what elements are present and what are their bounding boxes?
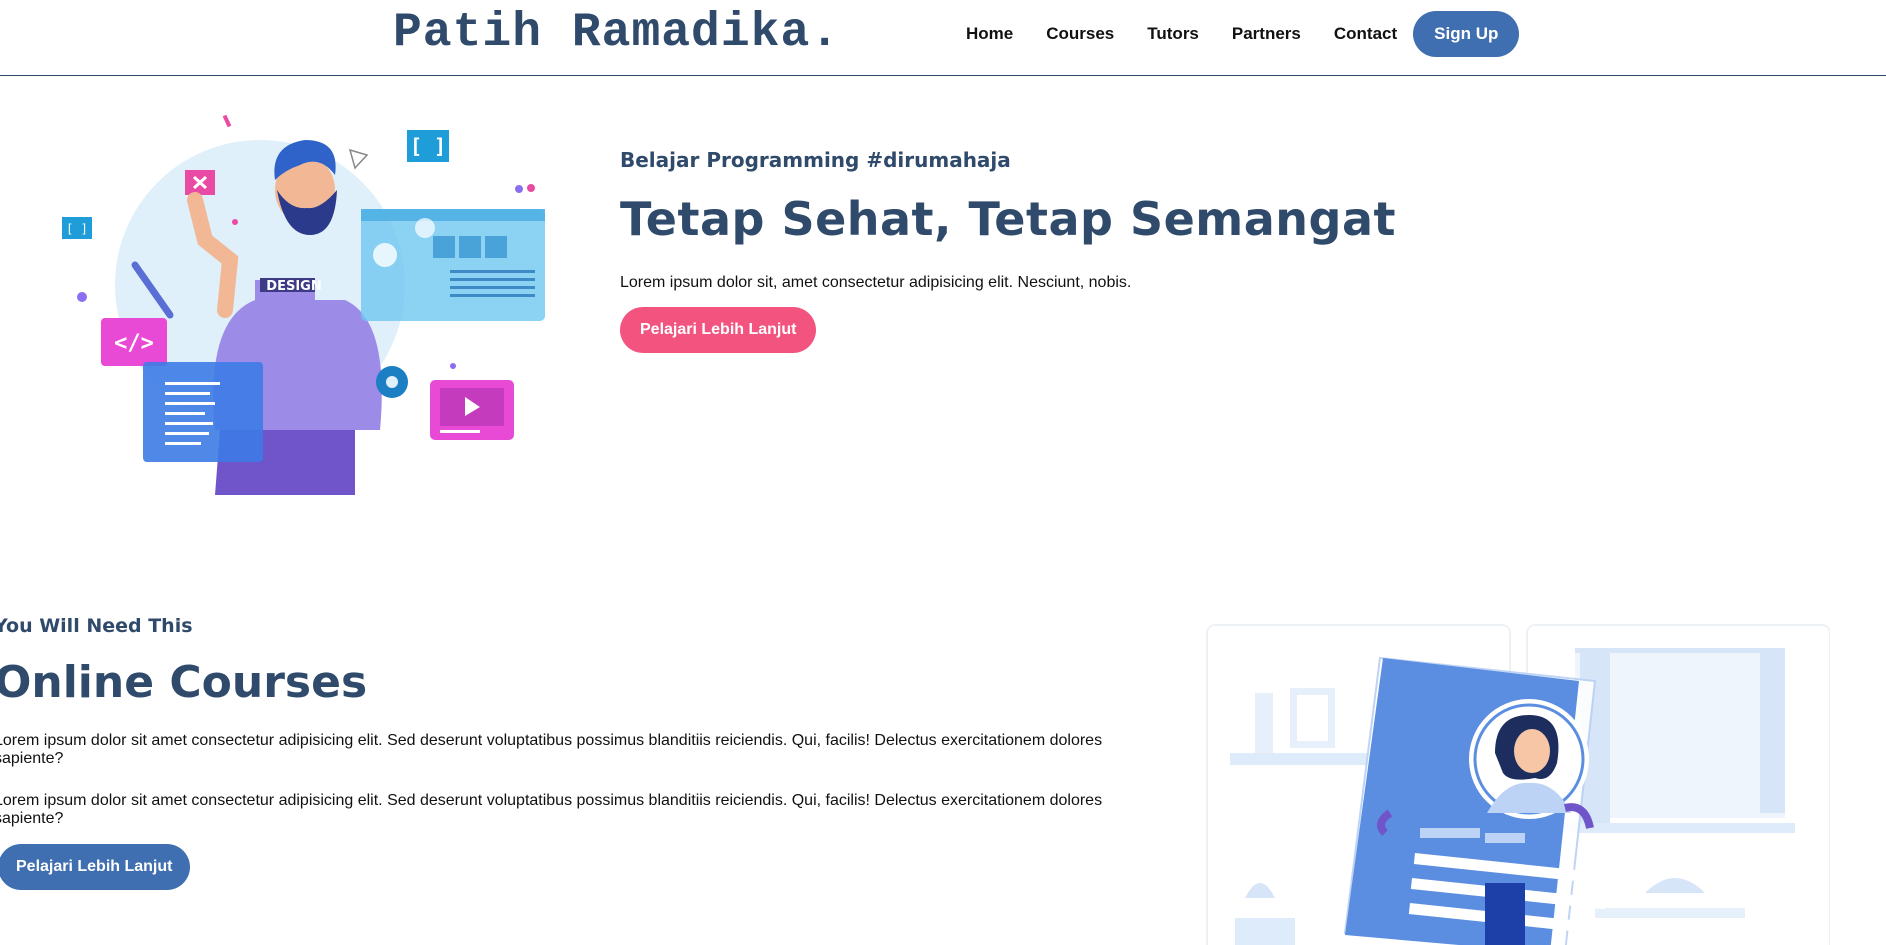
hero-learn-more-button[interactable]: Pelajari Lebih Lanjut [620, 307, 817, 353]
nav-contact[interactable]: Contact [1334, 24, 1397, 44]
courses-illustration [1206, 624, 1830, 945]
courses-eyebrow: You Will Need This [0, 615, 193, 637]
svg-text:</>: </> [114, 331, 154, 356]
top-navbar: Patih Ramadika. Home Courses Tutors Part… [0, 0, 1886, 76]
hero-eyebrow: Belajar Programming #dirumahaja [620, 148, 1011, 172]
hero-description: Lorem ipsum dolor sit, amet consectetur … [620, 274, 1132, 291]
hero-illustration: [ ] [ ] DESIGN </> [62, 114, 545, 495]
nav-courses[interactable]: Courses [1046, 24, 1114, 44]
main-nav: Home Courses Tutors Partners Contact Sig… [966, 11, 1520, 57]
courses-paragraph-2: Lorem ipsum dolor sit amet consectetur a… [0, 792, 1103, 827]
courses-section: You Will Need This Online Courses Lorem … [0, 615, 1120, 890]
svg-text:[ ]: [ ] [66, 222, 88, 236]
svg-text:[ ]: [ ] [410, 134, 446, 158]
hero-section: Belajar Programming #dirumahaja Tetap Se… [620, 148, 1420, 353]
site-logo[interactable]: Patih Ramadika. [393, 6, 840, 60]
hero-title: Tetap Sehat, Tetap Semangat [620, 192, 1396, 246]
nav-partners[interactable]: Partners [1232, 24, 1301, 44]
nav-tutors[interactable]: Tutors [1147, 24, 1199, 44]
courses-title: Online Courses [0, 657, 368, 708]
courses-learn-more-button[interactable]: Pelajari Lebih Lanjut [0, 844, 191, 890]
courses-paragraph-1: Lorem ipsum dolor sit amet consectetur a… [0, 732, 1103, 767]
signup-button[interactable]: Sign Up [1413, 11, 1520, 57]
nav-home[interactable]: Home [966, 24, 1013, 44]
design-shirt-text: DESIGN [266, 279, 321, 294]
